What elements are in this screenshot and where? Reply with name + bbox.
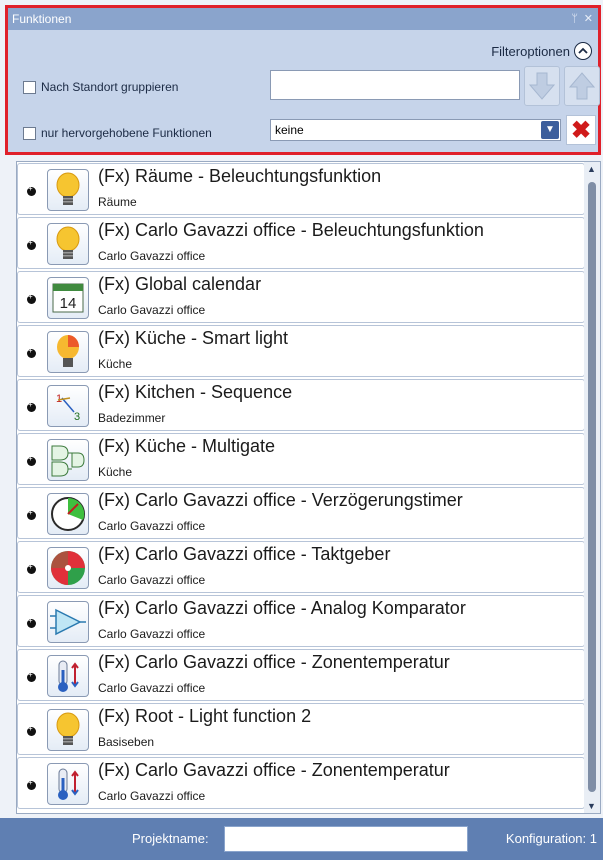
item-title: (Fx) Carlo Gavazzi office - Verzögerungs… (98, 490, 463, 510)
group-by-location-checkbox[interactable] (23, 80, 36, 94)
clock-icon (47, 493, 89, 535)
item-location: Räume (98, 195, 137, 209)
item-title: (Fx) Root - Light function 2 (98, 706, 312, 726)
scroll-thumb[interactable] (588, 182, 596, 792)
item-title: (Fx) Räume - Beleuchtungsfunktion (98, 166, 382, 186)
list-scrollbar[interactable]: ▲ ▼ (584, 162, 600, 813)
function-list-item[interactable]: (Fx) Root - Light function 2 Basiseben (17, 703, 585, 755)
highlight-select-value: keine (275, 123, 304, 137)
scroll-up-icon[interactable]: ▲ (587, 164, 596, 174)
item-title: (Fx) Global calendar (98, 274, 262, 294)
pin-icon[interactable]: ᛘ (571, 8, 578, 30)
clear-filter-button[interactable]: ✖ (566, 115, 596, 145)
smart-light-icon (47, 331, 89, 373)
function-list-item[interactable]: (Fx) Räume - Beleuchtungsfunktion Räume (17, 163, 585, 215)
item-location: Carlo Gavazzi office (98, 249, 206, 263)
item-location: Carlo Gavazzi office (98, 789, 206, 803)
item-location: Küche (98, 357, 133, 371)
item-title: (Fx) Carlo Gavazzi office - Zonentempera… (98, 760, 450, 780)
expand-icon[interactable] (27, 346, 36, 358)
expand-icon[interactable] (27, 184, 36, 196)
expand-icon[interactable] (27, 670, 36, 682)
dropdown-arrow-icon[interactable]: ▼ (541, 121, 559, 139)
function-list-item[interactable]: (Fx) Küche - Multigate Küche (17, 433, 585, 485)
thermometer-icon (47, 763, 89, 805)
group-by-location-option[interactable]: Nach Standort gruppieren (23, 80, 178, 94)
item-title: (Fx) Küche - Smart light (98, 328, 289, 348)
expand-icon[interactable] (27, 508, 36, 520)
highlight-select[interactable]: keine ▼ (270, 119, 561, 141)
calendar-icon: 14 (47, 277, 89, 319)
item-location: Carlo Gavazzi office (98, 303, 206, 317)
expand-icon[interactable] (27, 778, 36, 790)
lightbulb-icon (47, 169, 89, 211)
panel-titlebar: Funktionen ᛘ ✕ (8, 8, 598, 30)
sequence-icon: 13 (47, 385, 89, 427)
group-by-location-label: Nach Standort gruppieren (41, 80, 179, 94)
project-name-label: Projektname: (132, 831, 209, 846)
svg-text:3: 3 (74, 411, 80, 423)
function-list[interactable]: (Fx) Räume - BeleuchtungsfunktionRäume(F… (16, 161, 601, 814)
comparator-icon (47, 601, 89, 643)
item-title: (Fx) Kitchen - Sequence (98, 382, 293, 402)
search-input[interactable] (270, 70, 520, 100)
function-list-item[interactable]: (Fx) Carlo Gavazzi office - Beleuchtungs… (17, 217, 585, 269)
function-list-item[interactable]: (Fx) Carlo Gavazzi office - Zonentempera… (17, 757, 585, 809)
item-title: (Fx) Küche - Multigate (98, 436, 276, 456)
item-title: (Fx) Carlo Gavazzi office - Taktgeber (98, 544, 391, 564)
logic-gate-icon (47, 439, 89, 481)
lightbulb-icon (47, 709, 89, 751)
functions-panel: Funktionen ᛘ ✕ Filteroptionen Nach Stand… (5, 5, 601, 155)
status-bar: Projektname: Konfiguration: 1 (0, 818, 603, 860)
item-title: (Fx) Carlo Gavazzi office - Zonentempera… (98, 652, 450, 672)
move-up-button[interactable] (564, 66, 600, 106)
project-name-input[interactable] (224, 826, 468, 852)
filter-options-toggle[interactable]: Filteroptionen (491, 40, 592, 62)
item-location: Carlo Gavazzi office (98, 627, 206, 641)
pulse-wheel-icon (47, 547, 89, 589)
function-list-item[interactable]: 13 (Fx) Kitchen - Sequence Badezimmer (17, 379, 585, 431)
expand-icon[interactable] (27, 400, 36, 412)
lightbulb-icon (47, 223, 89, 265)
expand-icon[interactable] (27, 292, 36, 304)
highlighted-only-label: nur hervorgehobene Funktionen (41, 126, 212, 140)
item-location: Carlo Gavazzi office (98, 573, 206, 587)
thermometer-icon (47, 655, 89, 697)
item-location: Carlo Gavazzi office (98, 681, 206, 695)
item-location: Küche (98, 465, 133, 479)
function-list-item[interactable]: (Fx) Carlo Gavazzi office - Taktgeber Car… (17, 541, 585, 593)
highlighted-only-checkbox[interactable] (23, 126, 36, 140)
function-list-item[interactable]: (Fx) Carlo Gavazzi office - Zonentempera… (17, 649, 585, 701)
expand-icon[interactable] (27, 724, 36, 736)
red-x-icon: ✖ (570, 116, 592, 144)
function-list-item[interactable]: (Fx) Carlo Gavazzi office - Analog Kompa… (17, 595, 585, 647)
highlighted-only-option[interactable]: nur hervorgehobene Funktionen (23, 126, 212, 140)
item-location: Badezimmer (98, 411, 166, 425)
item-title: (Fx) Carlo Gavazzi office - Analog Kompa… (98, 598, 466, 618)
filter-options-label: Filteroptionen (491, 43, 570, 59)
arrow-up-icon (569, 72, 595, 100)
move-down-button[interactable] (524, 66, 560, 106)
function-list-item[interactable]: (Fx) Carlo Gavazzi office - Verzögerungs… (17, 487, 585, 539)
function-list-item[interactable]: 14 (Fx) Global calendar Carlo Gavazzi offi… (17, 271, 585, 323)
collapse-icon[interactable] (574, 42, 592, 60)
panel-title: Funktionen (12, 12, 72, 26)
expand-icon[interactable] (27, 238, 36, 250)
close-icon[interactable]: ✕ (584, 8, 593, 30)
expand-icon[interactable] (27, 562, 36, 574)
scroll-down-icon[interactable]: ▼ (587, 801, 596, 811)
item-location: Carlo Gavazzi office (98, 519, 206, 533)
svg-text:14: 14 (60, 295, 77, 312)
configuration-label: Konfiguration: 1 (505, 831, 597, 846)
item-location: Basiseben (98, 735, 155, 749)
expand-icon[interactable] (27, 454, 36, 466)
function-list-item[interactable]: (Fx) Küche - Smart light Küche (17, 325, 585, 377)
expand-icon[interactable] (27, 616, 36, 628)
arrow-down-icon (529, 72, 555, 100)
item-title: (Fx) Carlo Gavazzi office - Beleuchtungs… (98, 220, 484, 240)
